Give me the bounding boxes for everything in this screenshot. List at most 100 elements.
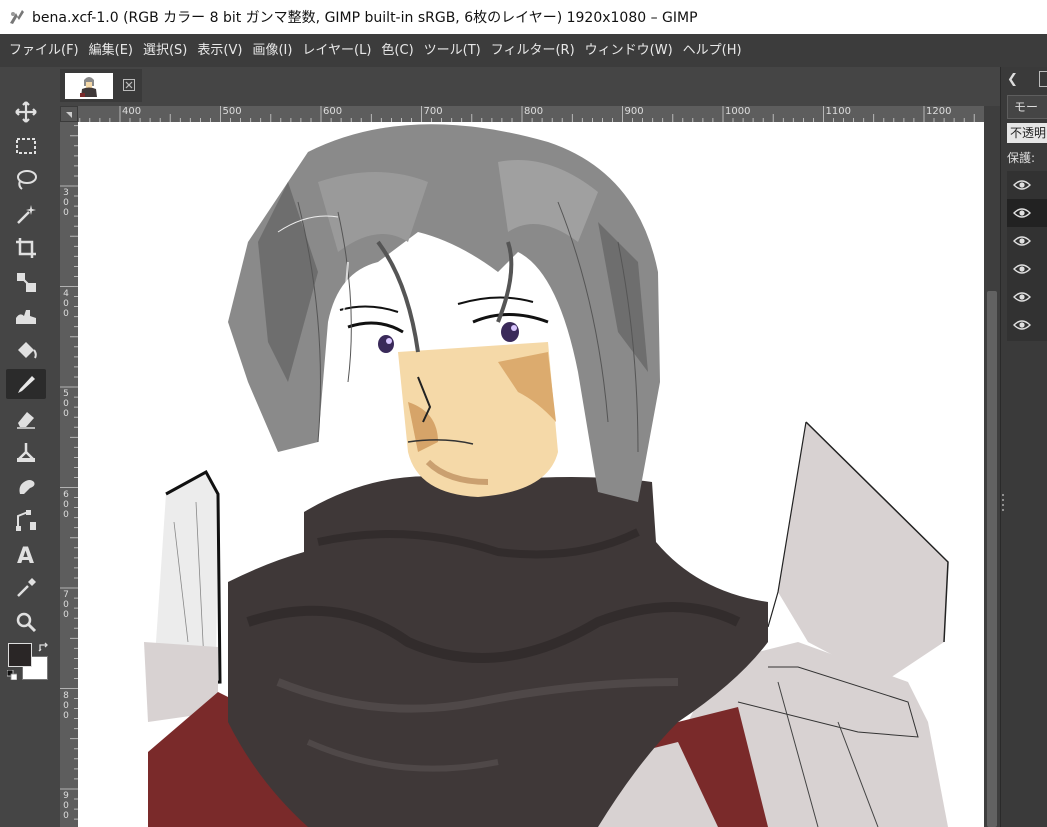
dock-resize-handle[interactable] — [1001, 492, 1005, 512]
menu-item-3[interactable]: 表示(V) — [192, 34, 247, 67]
hruler-label: 400 — [122, 106, 142, 117]
paths-tool-icon — [16, 510, 36, 531]
vruler-label: 500 — [63, 389, 69, 419]
paths-tool-button[interactable] — [6, 505, 46, 535]
vertical-ruler[interactable]: 300 400 500 600 700 800 900 — [60, 122, 78, 827]
dock-collapse-icon[interactable]: ❮ — [1007, 72, 1018, 87]
hruler-label: 900 — [624, 106, 644, 117]
color-picker-tool-icon — [17, 578, 36, 597]
paintbrush-tool-button[interactable] — [6, 369, 46, 399]
layer-row[interactable] — [1007, 255, 1047, 283]
layer-row[interactable] — [1007, 311, 1047, 339]
unified-transform-tool-button[interactable] — [6, 267, 46, 297]
foreground-color-swatch[interactable] — [8, 643, 32, 667]
clone-tool-button[interactable] — [6, 437, 46, 467]
hruler-label: 800 — [524, 106, 544, 117]
menu-item-8[interactable]: フィルター(R) — [486, 34, 580, 67]
menu-item-2[interactable]: 選択(S) — [138, 34, 192, 67]
swap-colors-icon[interactable] — [38, 642, 50, 654]
bucket-fill-tool-icon — [18, 342, 37, 359]
default-colors-icon[interactable] — [7, 670, 17, 680]
hruler-label: 700 — [423, 106, 443, 117]
dock-header: ❮ — [1001, 67, 1047, 91]
close-tab-icon[interactable] — [123, 79, 135, 91]
rect-select-tool-icon — [16, 138, 36, 154]
hruler-label: 500 — [222, 106, 242, 117]
vruler-label: 300 — [63, 188, 69, 218]
lasso-tool-icon — [17, 170, 37, 190]
horizontal-ruler[interactable]: 400 500 600 700 800 900 1000 1100 1200 — [78, 106, 984, 122]
smudge-tool-button[interactable] — [6, 471, 46, 501]
vruler-label: 600 — [63, 489, 69, 520]
quick-mask-toggle[interactable] — [60, 106, 78, 122]
unified-transform-tool-icon — [17, 273, 36, 292]
svg-text:A: A — [17, 544, 34, 566]
layer-visibility-eye-icon[interactable] — [1013, 291, 1031, 303]
smudge-tool-icon — [19, 480, 35, 494]
title-bar: bena.xcf-1.0 (RGB カラー 8 bit ガンマ整数, GIMP … — [0, 0, 1047, 34]
layer-visibility-eye-icon[interactable] — [1013, 319, 1031, 331]
text-tool-button[interactable]: A — [6, 539, 46, 569]
layer-row[interactable] — [1007, 171, 1047, 199]
layer-visibility-eye-icon[interactable] — [1013, 235, 1031, 247]
hruler-label: 1000 — [725, 106, 751, 117]
menu-item-6[interactable]: 色(C) — [376, 34, 418, 67]
layers-dock: ❮ モー 不透明 保護: — [1000, 67, 1047, 827]
eraser-tool-icon — [17, 412, 35, 429]
rect-select-tool-button[interactable] — [6, 131, 46, 161]
layer-visibility-eye-icon[interactable] — [1013, 179, 1031, 191]
crop-tool-button[interactable] — [6, 233, 46, 263]
canvas-vertical-scrollbar[interactable] — [984, 106, 1000, 827]
vruler-label: 700 — [63, 590, 69, 620]
menu-item-0[interactable]: ファイル(F) — [4, 34, 84, 67]
gimp-logo-icon — [8, 8, 26, 26]
scrollbar-thumb[interactable] — [987, 291, 997, 827]
clone-tool-icon — [17, 443, 35, 462]
layer-row[interactable] — [1007, 227, 1047, 255]
layer-opacity-field[interactable]: 不透明 — [1007, 123, 1047, 143]
zoom-tool-icon — [16, 612, 37, 633]
menu-item-7[interactable]: ツール(T) — [419, 34, 486, 67]
image-thumbnail — [65, 73, 113, 99]
menu-item-5[interactable]: レイヤー(L) — [297, 34, 376, 67]
menu-bar: ファイル(F) 編集(E) 選択(S) 表示(V) 画像(I) レイヤー(L) 色(C) ツー… — [0, 34, 1047, 67]
fuzzy-select-tool-button[interactable] — [6, 199, 46, 229]
warp-transform-tool-button[interactable] — [6, 301, 46, 331]
layer-mode-dropdown[interactable]: モー — [1007, 95, 1047, 119]
vruler-label: 900 — [63, 791, 69, 821]
bucket-fill-tool-button[interactable] — [6, 335, 46, 365]
fuzzy-select-tool-icon — [17, 205, 36, 224]
layer-row[interactable] — [1007, 283, 1047, 311]
vruler-label: 400 — [63, 288, 69, 319]
dock-tab-icon[interactable] — [1039, 71, 1047, 87]
layer-visibility-eye-icon[interactable] — [1013, 263, 1031, 275]
paintbrush-tool-icon — [18, 376, 35, 393]
menu-item-10[interactable]: ヘルプ(H) — [678, 34, 747, 67]
warp-transform-tool-icon — [16, 310, 36, 324]
lasso-tool-button[interactable] — [6, 165, 46, 195]
hruler-label: 1100 — [825, 106, 851, 117]
move-tool-icon — [15, 101, 37, 123]
move-tool-button[interactable] — [6, 97, 46, 127]
image-canvas[interactable] — [78, 122, 984, 827]
menu-item-1[interactable]: 編集(E) — [84, 34, 138, 67]
eraser-tool-button[interactable] — [6, 403, 46, 433]
vruler-label: 800 — [63, 690, 69, 721]
hruler-label: 1200 — [926, 106, 952, 117]
color-selector[interactable] — [4, 640, 54, 684]
crop-tool-icon — [16, 238, 36, 258]
text-tool-icon: A — [17, 544, 34, 566]
artwork-illustration — [144, 124, 949, 827]
color-picker-tool-button[interactable] — [6, 573, 46, 603]
zoom-tool-button[interactable] — [6, 607, 46, 637]
toolbox: A — [0, 67, 56, 827]
menu-item-9[interactable]: ウィンドウ(W) — [580, 34, 678, 67]
protect-label: 保護: — [1007, 151, 1036, 165]
window-title: bena.xcf-1.0 (RGB カラー 8 bit ガンマ整数, GIMP … — [32, 10, 698, 26]
image-tab[interactable] — [60, 69, 142, 102]
layer-visibility-eye-icon[interactable] — [1013, 207, 1031, 219]
layer-row[interactable] — [1007, 199, 1047, 227]
layer-list — [1007, 171, 1047, 341]
hruler-label: 600 — [323, 106, 343, 117]
menu-item-4[interactable]: 画像(I) — [247, 34, 297, 67]
